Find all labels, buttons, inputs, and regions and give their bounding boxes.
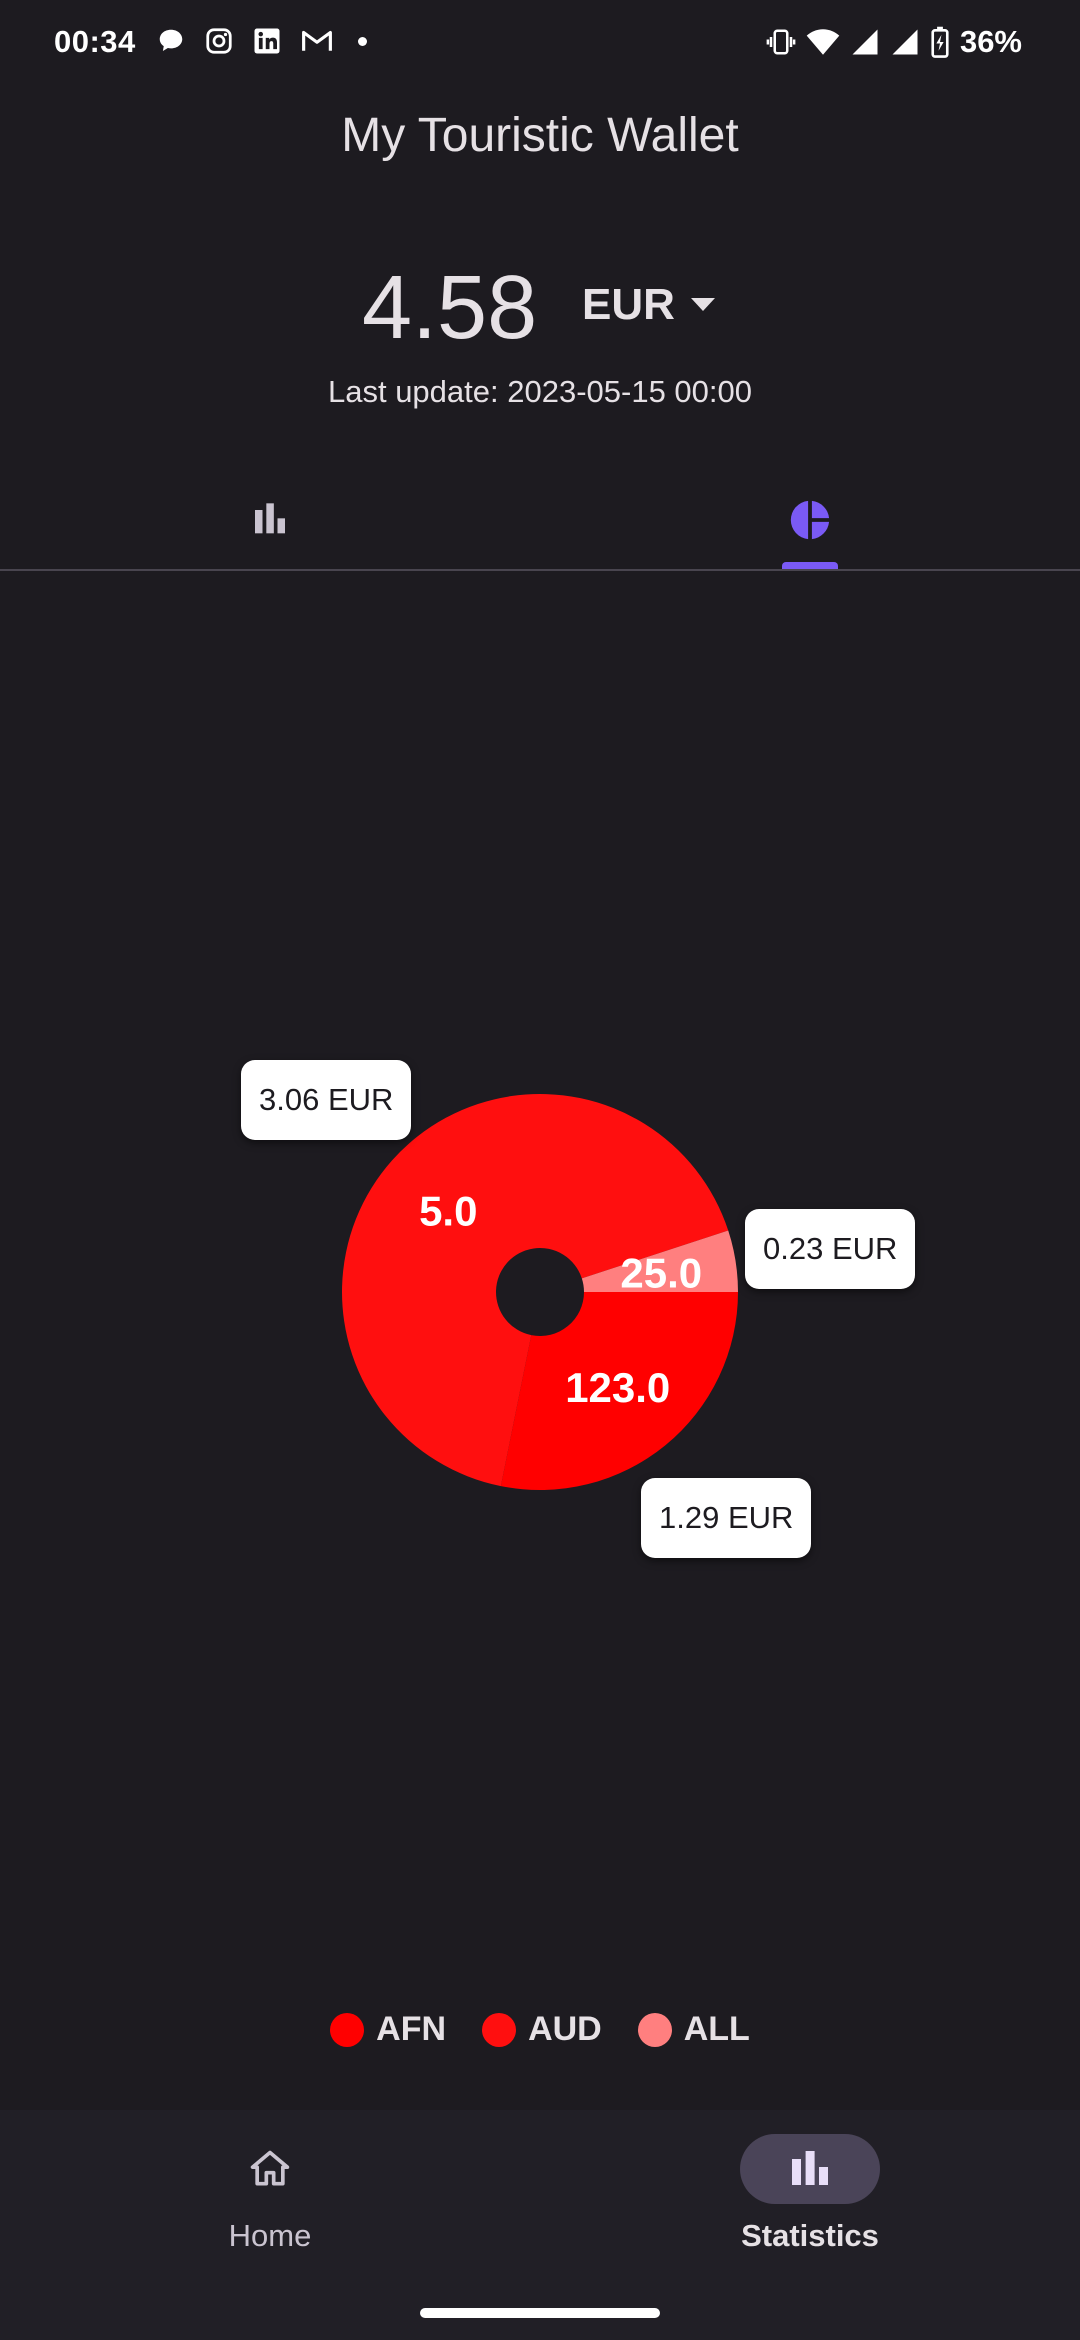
legend-swatch: [482, 2012, 517, 2047]
last-update: Last update: 2023-05-15 00:00: [327, 374, 752, 409]
nav-home-label: Home: [228, 2218, 312, 2253]
gmail-icon: [302, 30, 332, 51]
home-icon: [250, 2150, 290, 2186]
nav-icon-pill: [740, 2134, 880, 2204]
legend-item-all: ALL: [637, 2010, 750, 2049]
more-notifications-dot: [358, 36, 367, 46]
status-bar: 00:34 36%: [0, 0, 1080, 90]
currency-label: EUR: [582, 280, 675, 329]
battery-percentage: 36%: [959, 24, 1022, 59]
currency-dropdown[interactable]: EUR: [582, 280, 715, 330]
instagram-icon: [206, 28, 232, 54]
legend-item-aud: AUD: [482, 2010, 602, 2049]
bar-chart-icon: [255, 503, 285, 534]
slice-callout-aud: 3.06 EUR: [241, 1060, 412, 1140]
pie-chart: 123.0 5.0 25.0 1.29 EUR 3.06 EUR 0.23 EUR: [0, 1000, 1080, 1640]
legend-label: ALL: [683, 2010, 750, 2048]
slice-value-label-aud: 5.0: [419, 1187, 477, 1234]
balance-row: 4.58 EUR: [0, 258, 1080, 358]
slice-callout-afn: 1.29 EUR: [641, 1478, 812, 1558]
nav-icon-container: [200, 2134, 340, 2204]
app-root: 00:34 36% My Touristic Wallet 4.58 EUR L…: [0, 0, 1080, 2340]
pie-chart-icon: [790, 500, 830, 540]
chart-legend: AFN AUD ALL: [0, 2010, 1080, 2049]
slice-value-label-afn: 123.0: [565, 1364, 670, 1411]
wifi-icon: [806, 29, 840, 55]
nav-statistics[interactable]: Statistics: [540, 2134, 1080, 2294]
chat-bubble-icon: [159, 29, 183, 51]
bar-chart-icon: [792, 2151, 828, 2185]
status-time: 00:34: [54, 24, 136, 59]
legend-swatch: [637, 2012, 672, 2047]
balance-value: 4.58: [362, 258, 538, 358]
pie-chart-svg: 123.0 5.0 25.0: [342, 1094, 738, 1490]
slice-callout-all: 0.23 EUR: [745, 1209, 916, 1289]
legend-item-afn: AFN: [330, 2010, 446, 2049]
nav-home[interactable]: Home: [0, 2134, 540, 2294]
nav-statistics-label: Statistics: [741, 2218, 879, 2253]
app-title: My Touristic Wallet: [341, 109, 739, 162]
signal-icon: [852, 29, 878, 55]
status-right: 36%: [766, 24, 1022, 60]
legend-label: AUD: [528, 2010, 602, 2048]
tab-pie-chart[interactable]: [540, 470, 1080, 570]
legend-label: AFN: [376, 2010, 447, 2048]
tabs-divider: [0, 569, 1080, 571]
notification-icons: [156, 26, 367, 56]
gesture-home-indicator: [420, 2308, 660, 2318]
linkedin-icon: [254, 28, 280, 54]
signal-icon: [892, 29, 918, 55]
vibrate-icon: [766, 29, 796, 55]
slice-value-label-all: 25.0: [620, 1250, 702, 1297]
bottom-navigation: Home Statistics: [0, 2110, 1080, 2340]
dropdown-arrow-icon: [690, 298, 715, 311]
legend-swatch: [330, 2012, 365, 2047]
tab-bar-chart[interactable]: [0, 470, 540, 570]
battery-charging-icon: [931, 26, 949, 58]
chart-tabs: [0, 470, 1080, 570]
